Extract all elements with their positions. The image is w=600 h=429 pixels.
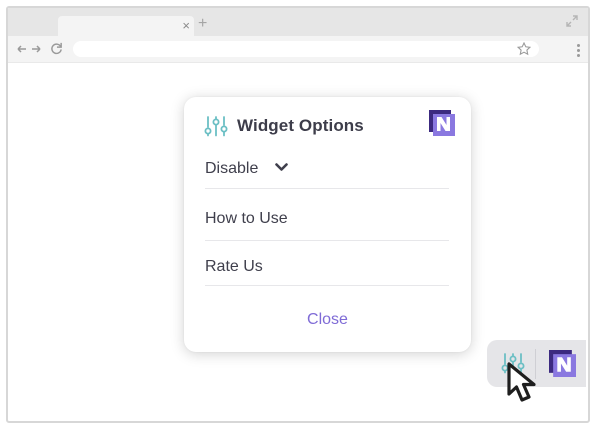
- menu-item-label: Rate Us: [205, 258, 263, 275]
- brand-logo-icon: [429, 110, 455, 136]
- new-tab-icon[interactable]: +: [198, 16, 207, 32]
- close-button[interactable]: Close: [184, 311, 471, 329]
- tab-close-icon[interactable]: ×: [182, 18, 190, 34]
- reload-icon[interactable]: [50, 42, 63, 55]
- browser-tab[interactable]: ×: [58, 16, 194, 36]
- expand-icon[interactable]: [566, 15, 578, 27]
- sliders-icon: [204, 116, 228, 137]
- bookmark-star-icon[interactable]: [517, 42, 531, 56]
- mouse-pointer-icon: [507, 362, 536, 402]
- menu-item-rate-us[interactable]: Rate Us: [205, 256, 449, 286]
- menu-item-how-to-use[interactable]: How to Use: [205, 208, 449, 241]
- kebab-menu-icon[interactable]: [577, 44, 580, 57]
- menu-item-label: Disable: [205, 160, 259, 177]
- popup-header: Widget Options: [204, 115, 364, 137]
- tab-strip: × +: [8, 8, 588, 36]
- menu-item-disable[interactable]: Disable: [205, 158, 449, 189]
- back-forward-arrows-icon[interactable]: [17, 43, 41, 55]
- browser-toolbar: [8, 36, 588, 63]
- menu-item-label: How to Use: [205, 210, 288, 227]
- chevron-down-icon[interactable]: [275, 163, 288, 172]
- address-bar[interactable]: [73, 41, 539, 57]
- brand-logo-icon[interactable]: [549, 350, 576, 377]
- popup-title: Widget Options: [237, 116, 364, 135]
- widget-options-popup: Widget Options Disable How to Use Rate U…: [184, 97, 471, 352]
